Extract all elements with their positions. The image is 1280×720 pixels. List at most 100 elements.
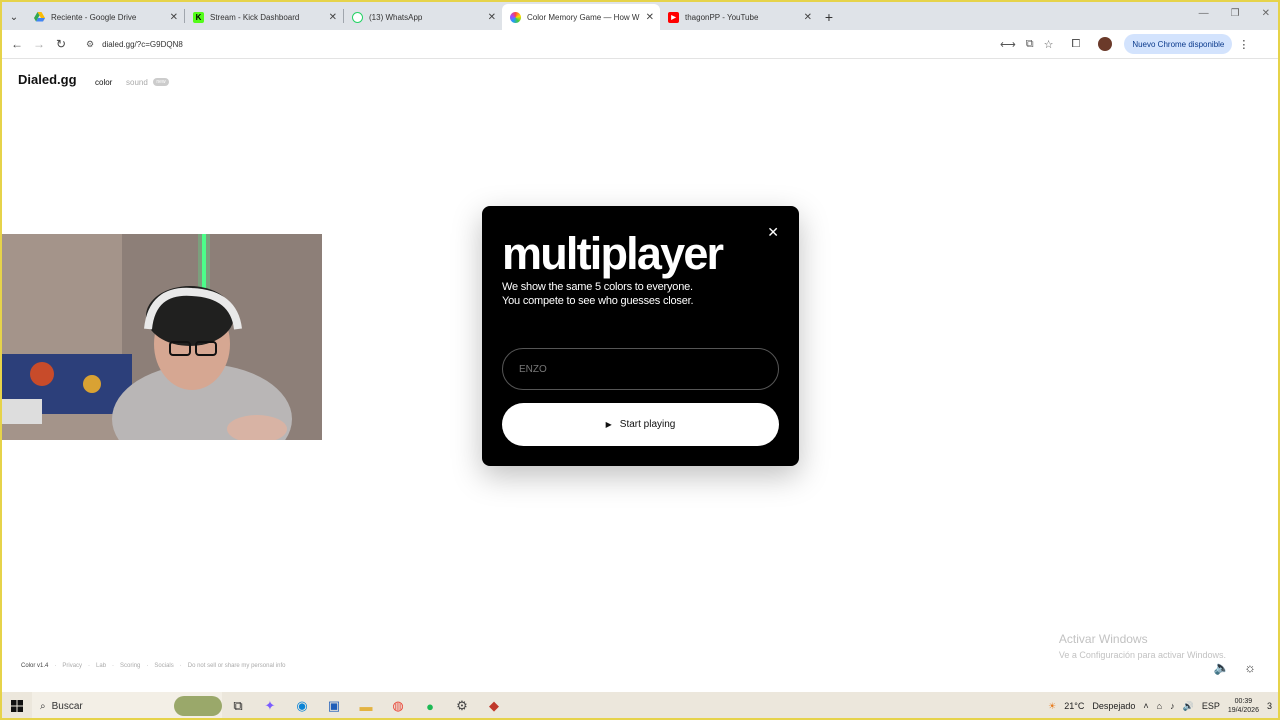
tab-whatsapp[interactable]: (13) WhatsApp ✕ [344, 4, 502, 30]
site-logo[interactable]: Dialed.gg [18, 72, 77, 87]
tab-title: thagonPP - YouTube [685, 12, 759, 22]
tab-kick[interactable]: K Stream - Kick Dashboard ✕ [185, 4, 343, 30]
chrome-icon[interactable]: ◍ [382, 698, 414, 714]
clock-date: 19/4/2026 [1227, 707, 1259, 714]
settings-gear-icon[interactable]: ⚙ [446, 698, 478, 714]
new-badge: new [153, 78, 169, 86]
start-playing-button[interactable]: ▶ Start playing [502, 403, 779, 446]
webcam-overlay [2, 234, 322, 440]
translate-icon[interactable]: ⟷ [1000, 38, 1016, 51]
play-icon: ▶ [605, 420, 612, 429]
color-wheel-icon [510, 11, 521, 23]
toolbar-icons: ⟷ ⧉ ☆ ⧠ [1000, 38, 1080, 51]
modal-subtitle-line1: We show the same 5 colors to everyone. [502, 281, 693, 293]
maximize-icon[interactable]: ❐ [1231, 8, 1240, 19]
window-controls: — ❐ ✕ [1199, 8, 1270, 19]
store-icon[interactable]: ▣ [318, 698, 350, 714]
site-info-icon[interactable]: ⚙ [86, 39, 94, 50]
youtube-icon: ▶ [668, 11, 679, 23]
modal-title: multiplayer [502, 228, 724, 279]
volume-icon[interactable]: 🔊 [1183, 701, 1194, 712]
search-highlight-image [174, 696, 222, 716]
close-icon[interactable]: ✕ [170, 12, 178, 23]
weather-temp: 21°C [1064, 701, 1085, 711]
close-icon[interactable]: ✕ [804, 12, 812, 23]
footer-sep: · [54, 663, 57, 669]
system-tray: ☀ 21°C Despejado ˄ ⌂ ♪ 🔊 ESP 00:39 19/4/… [1048, 697, 1278, 715]
file-explorer-icon[interactable]: ▬ [350, 699, 382, 714]
minimize-icon[interactable]: — [1199, 8, 1209, 19]
nav-sound-link[interactable]: sound [126, 78, 148, 87]
tab-search-icon[interactable]: ⌄ [2, 4, 26, 30]
network-icon[interactable]: ⌂ [1157, 701, 1162, 711]
close-icon[interactable]: ✕ [767, 224, 779, 241]
footer-sep: · [179, 663, 182, 669]
close-icon[interactable]: ✕ [488, 12, 496, 23]
nav-color-link[interactable]: color [95, 78, 112, 87]
close-window-icon[interactable]: ✕ [1262, 8, 1270, 19]
reload-icon[interactable]: ↻ [50, 37, 72, 51]
tab-title: Reciente - Google Drive [51, 12, 137, 22]
back-icon[interactable]: ← [6, 37, 28, 51]
profile-avatar[interactable] [1098, 37, 1113, 51]
weather-desc: Despejado [1092, 701, 1136, 711]
webcam-feed-image [2, 234, 322, 440]
tab-title: Color Memory Game — How W [527, 12, 640, 22]
theme-sun-icon[interactable]: ☼ [1244, 660, 1256, 676]
browser-toolbar: ← → ↻ ⚙ dialed.gg/?c=G9DQN8 ⟷ ⧉ ☆ ⧠ Nuev… [2, 30, 1278, 59]
bookmark-star-icon[interactable]: ☆ [1044, 38, 1054, 51]
windows-taskbar: ⌕ Buscar ⧉ ✦ ◉ ▣ ▬ ◍ ● ⚙ ◆ ☀ 21°C Despej… [2, 692, 1278, 718]
copilot-icon[interactable]: ✦ [254, 698, 286, 714]
tab-drive[interactable]: Reciente - Google Drive ✕ [26, 4, 184, 30]
start-playing-label: Start playing [619, 419, 676, 430]
install-icon[interactable]: ⧉ [1026, 38, 1034, 51]
app-icon[interactable]: ◆ [478, 698, 510, 714]
whatsapp-icon [352, 11, 363, 23]
taskbar-search-label: Buscar [51, 700, 83, 712]
tab-strip: ⌄ Reciente - Google Drive ✕ K Stream - K… [2, 2, 1278, 30]
address-bar[interactable]: ⚙ dialed.gg/?c=G9DQN8 [78, 33, 992, 55]
version-label: Color v1.4 [21, 663, 49, 669]
notification-badge[interactable]: 3 [1267, 701, 1272, 711]
footer-link-lab[interactable]: Lab [96, 663, 106, 669]
microphone-icon[interactable]: ♪ [1170, 701, 1175, 711]
chevron-up-icon[interactable]: ˄ [1143, 701, 1148, 711]
weather-icon: ☀ [1048, 700, 1057, 711]
footer-sep: · [146, 663, 149, 669]
kick-icon: K [193, 11, 204, 23]
multiplayer-modal: ✕ multiplayer We show the same 5 colors … [482, 206, 799, 466]
task-view-icon[interactable]: ⧉ [222, 698, 254, 714]
close-icon[interactable]: ✕ [329, 12, 337, 23]
forward-icon[interactable]: → [28, 37, 50, 51]
footer-link-socials[interactable]: Socials [154, 663, 173, 669]
spotify-icon[interactable]: ● [414, 699, 446, 714]
watermark-line1: Activar Windows [1058, 632, 1148, 646]
footer-sep: · [112, 663, 115, 669]
footer-link-scoring[interactable]: Scoring [120, 663, 140, 669]
watermark-line2: Ve a Configuración para activar Windows. [1058, 650, 1226, 660]
clock-time: 00:39 [1234, 698, 1253, 705]
search-icon: ⌕ [40, 700, 46, 712]
screen: ⌄ Reciente - Google Drive ✕ K Stream - K… [0, 0, 1280, 720]
tab-youtube[interactable]: ▶ thagonPP - YouTube ✕ [660, 4, 818, 30]
language-indicator[interactable]: ESP [1202, 701, 1220, 711]
menu-kebab-icon[interactable]: ⋮ [1238, 38, 1249, 51]
windows-activation-watermark: Activar Windows Ve a Configuración para … [1059, 632, 1226, 660]
player-name-input[interactable] [502, 348, 779, 390]
footer-link-privacy[interactable]: Privacy [62, 663, 82, 669]
address-text: dialed.gg/?c=G9DQN8 [102, 39, 183, 49]
chrome-update-button[interactable]: Nuevo Chrome disponible [1124, 34, 1233, 54]
close-icon[interactable]: ✕ [646, 12, 654, 23]
tab-title: Stream - Kick Dashboard [210, 12, 300, 22]
taskbar-search[interactable]: ⌕ Buscar [32, 692, 222, 718]
footer-sep: · [88, 663, 91, 669]
footer-link-do-not-sell[interactable]: Do not sell or share my personal info [188, 663, 286, 669]
modal-subtitle-line2: You compete to see who guesses closer. [502, 295, 694, 307]
new-tab-button[interactable]: + [818, 4, 840, 30]
extensions-icon[interactable]: ⧠ [1072, 38, 1081, 51]
edge-icon[interactable]: ◉ [286, 698, 318, 714]
taskbar-clock[interactable]: 00:39 19/4/2026 [1228, 697, 1259, 715]
speaker-icon[interactable]: 🔈 [1214, 660, 1230, 676]
tab-color-game[interactable]: Color Memory Game — How W ✕ [502, 4, 660, 30]
windows-start-icon[interactable] [2, 700, 32, 712]
